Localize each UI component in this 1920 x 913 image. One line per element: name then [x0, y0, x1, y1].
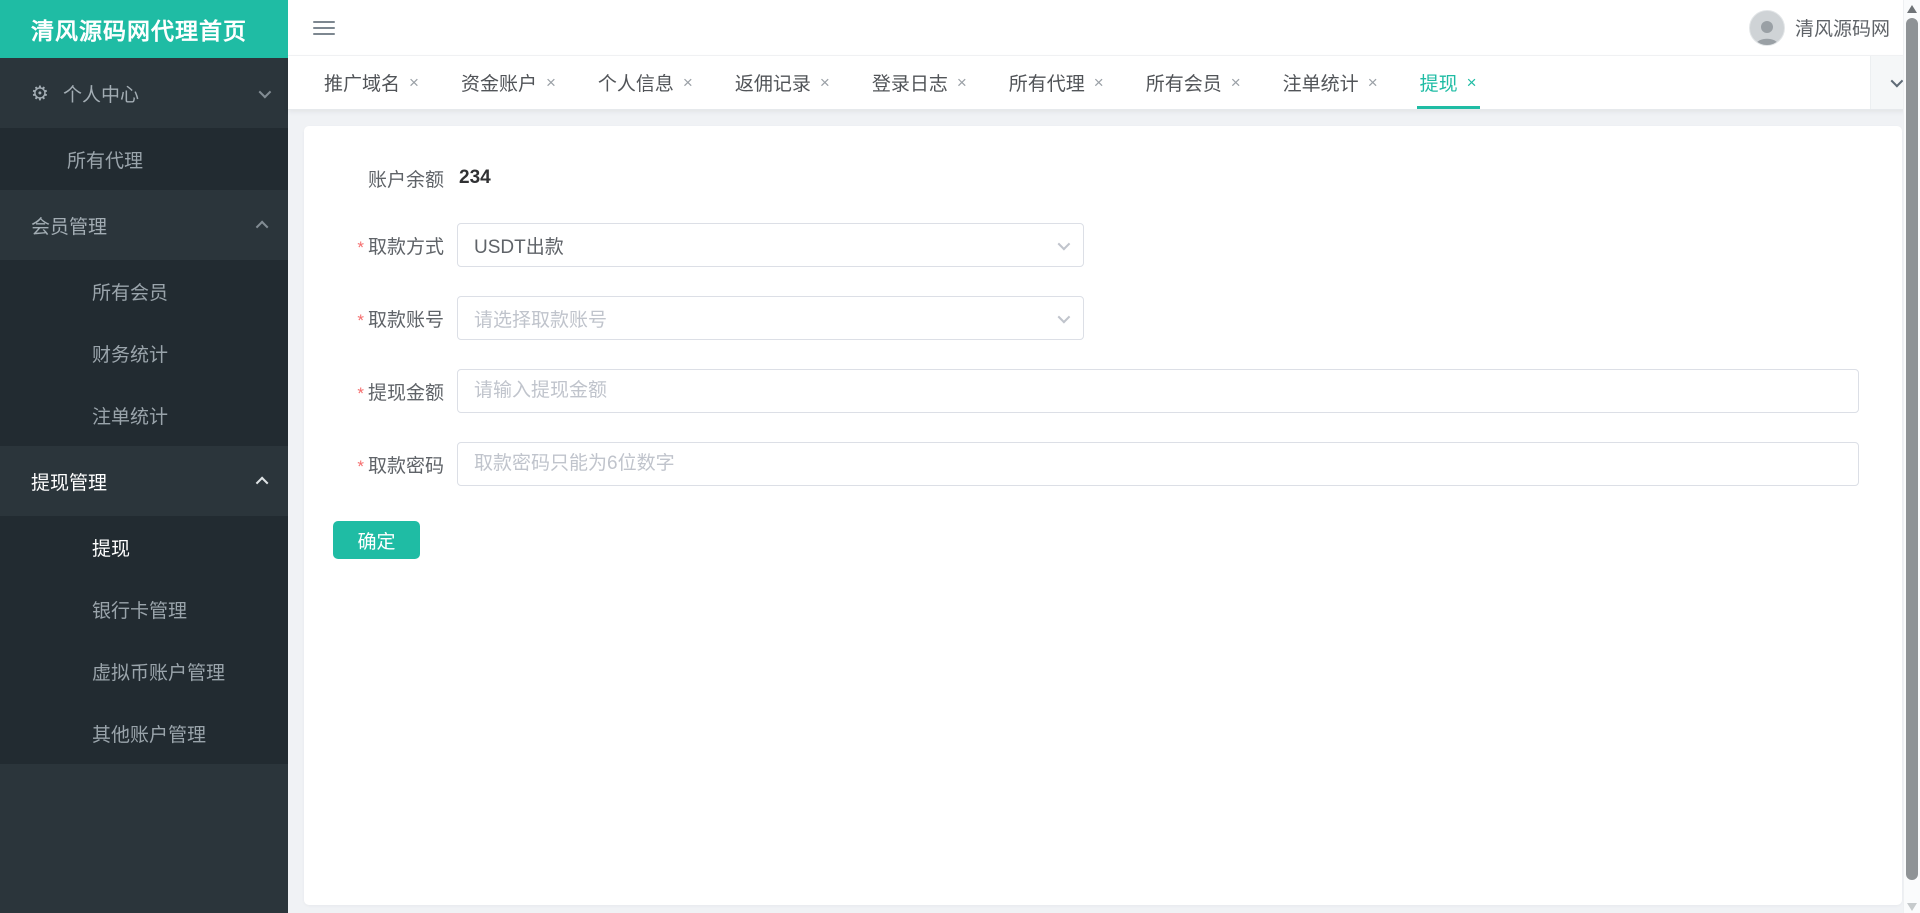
main-area: 清风源码网 推广域名 × 资金账户 × 个人信息 × 返佣记录 × 登录日志 × [288, 0, 1920, 913]
sidebar-group-label: 会员管理 [31, 216, 108, 238]
sidebar: 清风源码网代理首页 ⚙ 个人中心 所有代理 会员管理 所有会员 财务统计 注单统… [0, 0, 288, 913]
withdraw-amount-input[interactable] [457, 369, 1859, 413]
top-bar: 清风源码网 [288, 0, 1920, 56]
tab-label: 提现 [1419, 74, 1458, 95]
sidebar-item-label: 虚拟币账户管理 [92, 662, 226, 684]
close-icon[interactable]: × [546, 74, 556, 91]
close-icon[interactable]: × [409, 74, 419, 91]
user-name: 清风源码网 [1794, 19, 1890, 40]
sidebar-item-label: 银行卡管理 [92, 600, 188, 622]
balance-label: 账户余额 [367, 169, 444, 191]
withdraw-form-card: 账户余额 234 * 取款方式 USDT出款 * 取款账号 请选择取款账号 * … [304, 126, 1902, 905]
withdraw-account-label: * 取款账号 [357, 309, 444, 331]
tab-all-members[interactable]: 所有会员 × [1125, 56, 1262, 109]
tab-label: 所有会员 [1145, 74, 1222, 95]
tab-all-agents[interactable]: 所有代理 × [988, 56, 1125, 109]
close-icon[interactable]: × [1094, 74, 1104, 91]
chevron-down-icon [1890, 74, 1904, 88]
tab-withdraw-active[interactable]: 提现 × [1399, 56, 1498, 109]
sidebar-group-member-management[interactable]: 会员管理 [0, 190, 288, 260]
sidebar-item-label: 其他账户管理 [92, 724, 207, 746]
close-icon[interactable]: × [1231, 74, 1241, 91]
gear-icon: ⚙ [31, 82, 49, 105]
tab-fund-account[interactable]: 资金账户 × [440, 56, 577, 109]
sidebar-item-crypto-account-management[interactable]: 虚拟币账户管理 [0, 640, 288, 702]
required-asterisk: * [357, 310, 364, 330]
submenu-withdrawal-management: 提现 银行卡管理 虚拟币账户管理 其他账户管理 [0, 516, 288, 764]
sidebar-group-label: 提现管理 [31, 472, 108, 494]
sidebar-item-bet-stats[interactable]: 注单统计 [0, 384, 288, 446]
sidebar-item-finance-stats[interactable]: 财务统计 [0, 322, 288, 384]
close-icon[interactable]: × [957, 74, 967, 91]
tab-label: 资金账户 [460, 74, 537, 95]
sidebar-item-label: 注单统计 [92, 406, 169, 428]
withdraw-password-row: * 取款密码 [304, 442, 1876, 486]
sidebar-item-withdraw[interactable]: 提现 [0, 516, 288, 578]
tab-login-logs[interactable]: 登录日志 × [851, 56, 988, 109]
chevron-down-icon [1057, 237, 1071, 250]
user-avatar [1748, 9, 1785, 46]
chevron-down-icon [1057, 310, 1071, 323]
page-content: 账户余额 234 * 取款方式 USDT出款 * 取款账号 请选择取款账号 * … [288, 110, 1920, 913]
sidebar-item-all-members[interactable]: 所有会员 [0, 260, 288, 322]
withdraw-amount-label: * 提现金额 [357, 382, 444, 404]
balance-value: 234 [459, 167, 491, 188]
avatar-person-icon [1755, 20, 1779, 45]
sidebar-filler [0, 764, 288, 913]
tab-bet-stats[interactable]: 注单统计 × [1262, 56, 1399, 109]
tab-promo-domain[interactable]: 推广域名 × [303, 56, 440, 109]
select-placeholder: 请选择取款账号 [474, 309, 608, 331]
sidebar-item-label: 所有会员 [92, 282, 169, 304]
scrollbar-up-arrow-icon[interactable] [1907, 5, 1917, 13]
close-icon[interactable]: × [820, 74, 830, 91]
tab-label: 所有代理 [1008, 74, 1085, 95]
sidebar-group-withdrawal-management[interactable]: 提现管理 [0, 446, 288, 516]
withdraw-method-select[interactable]: USDT出款 [457, 223, 1084, 267]
user-menu[interactable]: 清风源码网 [1748, 9, 1890, 46]
submenu-personal-center: 所有代理 [0, 128, 288, 190]
sidebar-item-label: 所有代理 [67, 150, 144, 172]
tab-label: 返佣记录 [734, 74, 811, 95]
sidebar-item-other-account-management[interactable]: 其他账户管理 [0, 702, 288, 764]
tab-personal-info[interactable]: 个人信息 × [577, 56, 714, 109]
tab-rebate-records[interactable]: 返佣记录 × [714, 56, 851, 109]
required-asterisk: * [357, 237, 364, 257]
close-icon[interactable]: × [1467, 74, 1477, 91]
withdraw-account-select[interactable]: 请选择取款账号 [457, 296, 1084, 340]
required-asterisk: * [357, 456, 364, 476]
selected-value: USDT出款 [474, 236, 564, 258]
sidebar-item-label: 财务统计 [92, 344, 169, 366]
app-logo-title: 清风源码网代理首页 [0, 0, 288, 58]
sidebar-item-bank-card-management[interactable]: 银行卡管理 [0, 578, 288, 640]
tab-label: 登录日志 [871, 74, 948, 95]
tab-label: 个人信息 [597, 74, 674, 95]
withdraw-password-label: * 取款密码 [357, 455, 444, 477]
tab-label: 推广域名 [324, 74, 401, 95]
required-asterisk: * [357, 383, 364, 403]
balance-row: 账户余额 234 [304, 156, 1876, 200]
withdraw-password-input[interactable] [457, 442, 1859, 486]
sidebar-item-all-agents[interactable]: 所有代理 [0, 128, 288, 190]
chevron-down-icon [258, 85, 272, 98]
sidebar-group-label: 个人中心 [62, 84, 139, 106]
close-icon[interactable]: × [1368, 74, 1378, 91]
sidebar-group-personal-center[interactable]: ⚙ 个人中心 [0, 58, 288, 128]
vertical-scrollbar[interactable] [1903, 0, 1920, 913]
close-icon[interactable]: × [683, 74, 693, 91]
tab-label: 注单统计 [1282, 74, 1359, 95]
scrollbar-thumb[interactable] [1906, 18, 1918, 880]
tab-bar: 推广域名 × 资金账户 × 个人信息 × 返佣记录 × 登录日志 × 所有代理 … [288, 56, 1920, 110]
withdraw-account-row: * 取款账号 请选择取款账号 [304, 296, 1876, 340]
open-tabs: 推广域名 × 资金账户 × 个人信息 × 返佣记录 × 登录日志 × 所有代理 … [288, 56, 1870, 109]
sidebar-item-label: 提现 [92, 538, 131, 560]
withdraw-amount-row: * 提现金额 [304, 369, 1876, 413]
scrollbar-down-arrow-icon[interactable] [1907, 903, 1917, 911]
submenu-member-management: 所有会员 财务统计 注单统计 [0, 260, 288, 446]
confirm-button[interactable]: 确定 [333, 521, 420, 559]
withdraw-method-label: * 取款方式 [357, 236, 444, 258]
withdraw-method-row: * 取款方式 USDT出款 [304, 223, 1876, 267]
hamburger-menu-icon[interactable] [313, 17, 335, 39]
